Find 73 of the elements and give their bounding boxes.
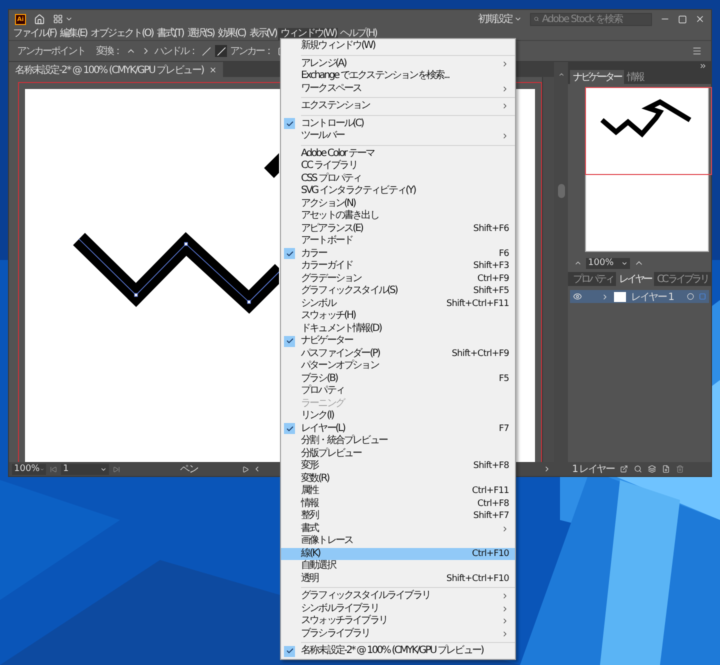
- menu-item[interactable]: シンボル Shift+Ctrl+F11: [281, 298, 515, 310]
- menu-item[interactable]: パターンオプション: [281, 360, 515, 372]
- menu-item[interactable]: グラフィックスタイル(S) Shift+F5: [281, 285, 515, 298]
- convert-label: 変換：: [96, 44, 122, 58]
- menu-item[interactable]: ワークスペース: [281, 82, 515, 95]
- menu-item[interactable]: 自動選択: [281, 560, 515, 572]
- menu-item[interactable]: Exchange でエクステンションを検索...: [281, 70, 515, 82]
- panel-tab[interactable]: レイヤー: [616, 272, 654, 286]
- menu-item[interactable]: 新規ウィンドウ(W): [281, 40, 515, 52]
- menu-item[interactable]: プロパティ: [281, 385, 515, 398]
- menu-item[interactable]: スウォッチライブラリ: [281, 615, 515, 628]
- menu-item[interactable]: エクステンション: [281, 100, 515, 112]
- anchor-label: アンカー：: [230, 45, 272, 58]
- menu-item[interactable]: ドキュメント情報(D): [281, 322, 515, 335]
- menu-item[interactable]: アセットの書き出し: [281, 210, 515, 222]
- document-tab[interactable]: 名称未設定-2* @ 100% (CMYK/GPU プレビュー): [9, 62, 224, 77]
- menu-item[interactable]: 情報 Ctrl+F8: [281, 498, 515, 510]
- panel-tab[interactable]: プロパティ: [570, 272, 616, 286]
- zoom-field[interactable]: 100%: [586, 258, 630, 268]
- menu-item[interactable]: 変形 Shift+F8: [281, 460, 515, 472]
- current-tool-label: ペン: [180, 463, 198, 476]
- handle-label: ハンドル：: [154, 45, 197, 58]
- menu-item[interactable]: パスファインダー(P) Shift+Ctrl+F9: [281, 348, 515, 360]
- menu-item[interactable]: グラフィックスタイルライブラリ: [281, 590, 515, 602]
- menu-title[interactable]: ファイル(F): [11, 28, 58, 40]
- menu-item[interactable]: ブラシライブラリ: [281, 628, 515, 640]
- menu-item[interactable]: コントロール(C): [281, 118, 515, 130]
- menu-item[interactable]: 透明 Shift+Ctrl+F10: [281, 572, 515, 585]
- menu-item[interactable]: 変数(R): [281, 472, 515, 485]
- workspace-switcher[interactable]: 初期設定: [478, 12, 522, 26]
- panel-tab[interactable]: CC ライブラリ: [654, 272, 712, 286]
- artboard-field[interactable]: 1: [61, 464, 109, 474]
- menu-item[interactable]: ツールバー: [281, 130, 515, 142]
- menu-title[interactable]: 書式(T): [154, 28, 186, 40]
- menu-title[interactable]: 表示(V): [247, 28, 278, 40]
- layer-name: レイヤー 1: [631, 290, 674, 304]
- menu-item[interactable]: アレンジ(A): [281, 58, 515, 70]
- menu-item[interactable]: 整列 Shift+F7: [281, 510, 515, 522]
- menu-item[interactable]: 線(K) Ctrl+F10: [281, 548, 515, 560]
- panel-tab[interactable]: 情報: [624, 70, 646, 84]
- menu-item[interactable]: アクション(N): [281, 198, 515, 210]
- menu-item[interactable]: 書式: [281, 522, 515, 535]
- layer-row[interactable]: レイヤー 1: [570, 290, 709, 303]
- menu-title[interactable]: 効果(C): [216, 28, 248, 40]
- menu-item[interactable]: シンボルライブラリ: [281, 602, 515, 615]
- menu-item[interactable]: ナビゲーター: [281, 335, 515, 348]
- menu-item[interactable]: Adobe Color テーマ: [281, 148, 515, 160]
- menu-item[interactable]: アートボード: [281, 235, 515, 248]
- menu-item[interactable]: 属性 Ctrl+F11: [281, 485, 515, 498]
- menu-item[interactable]: 分割・統合プレビュー: [281, 435, 515, 448]
- tool-name: アンカーポイント: [17, 45, 85, 58]
- menu-item[interactable]: リンク(I): [281, 410, 515, 422]
- menu-title[interactable]: 編集(E): [58, 28, 89, 40]
- menu-title[interactable]: ヘルプ(H): [338, 28, 378, 40]
- menu-item[interactable]: CC ライブラリ: [281, 160, 515, 172]
- menu-item[interactable]: カラー F6: [281, 248, 515, 260]
- menu-item[interactable]: スウォッチ(H): [281, 310, 515, 322]
- menu-item[interactable]: CSS プロパティ: [281, 172, 515, 185]
- menu-item[interactable]: 画像トレース: [281, 535, 515, 548]
- menu-item[interactable]: カラーガイド Shift+F3: [281, 260, 515, 272]
- layer-count: 1 レイヤー: [572, 463, 614, 476]
- menu-item[interactable]: レイヤー(L) F7: [281, 422, 515, 435]
- zoom-field[interactable]: 100%: [12, 464, 46, 474]
- menu-item[interactable]: ブラシ(B) F5: [281, 372, 515, 385]
- menu-item[interactable]: 分版プレビュー: [281, 448, 515, 460]
- panel-tab[interactable]: ナビゲーター: [570, 70, 624, 84]
- menu-title[interactable]: 選択(S): [185, 28, 216, 40]
- search-field[interactable]: Adobe Stock を検索: [530, 12, 652, 26]
- menu-item[interactable]: 名称未設定-2* @ 100% (CMYK/GPU プレビュー): [281, 645, 515, 658]
- menu-item[interactable]: SVG インタラクティビティ(Y): [281, 185, 515, 198]
- menu-item[interactable]: アピアランス(E) Shift+F6: [281, 222, 515, 235]
- menu-title[interactable]: オブジェクト(O): [88, 28, 155, 40]
- menu-item[interactable]: グラデーション Ctrl+F9: [281, 272, 515, 285]
